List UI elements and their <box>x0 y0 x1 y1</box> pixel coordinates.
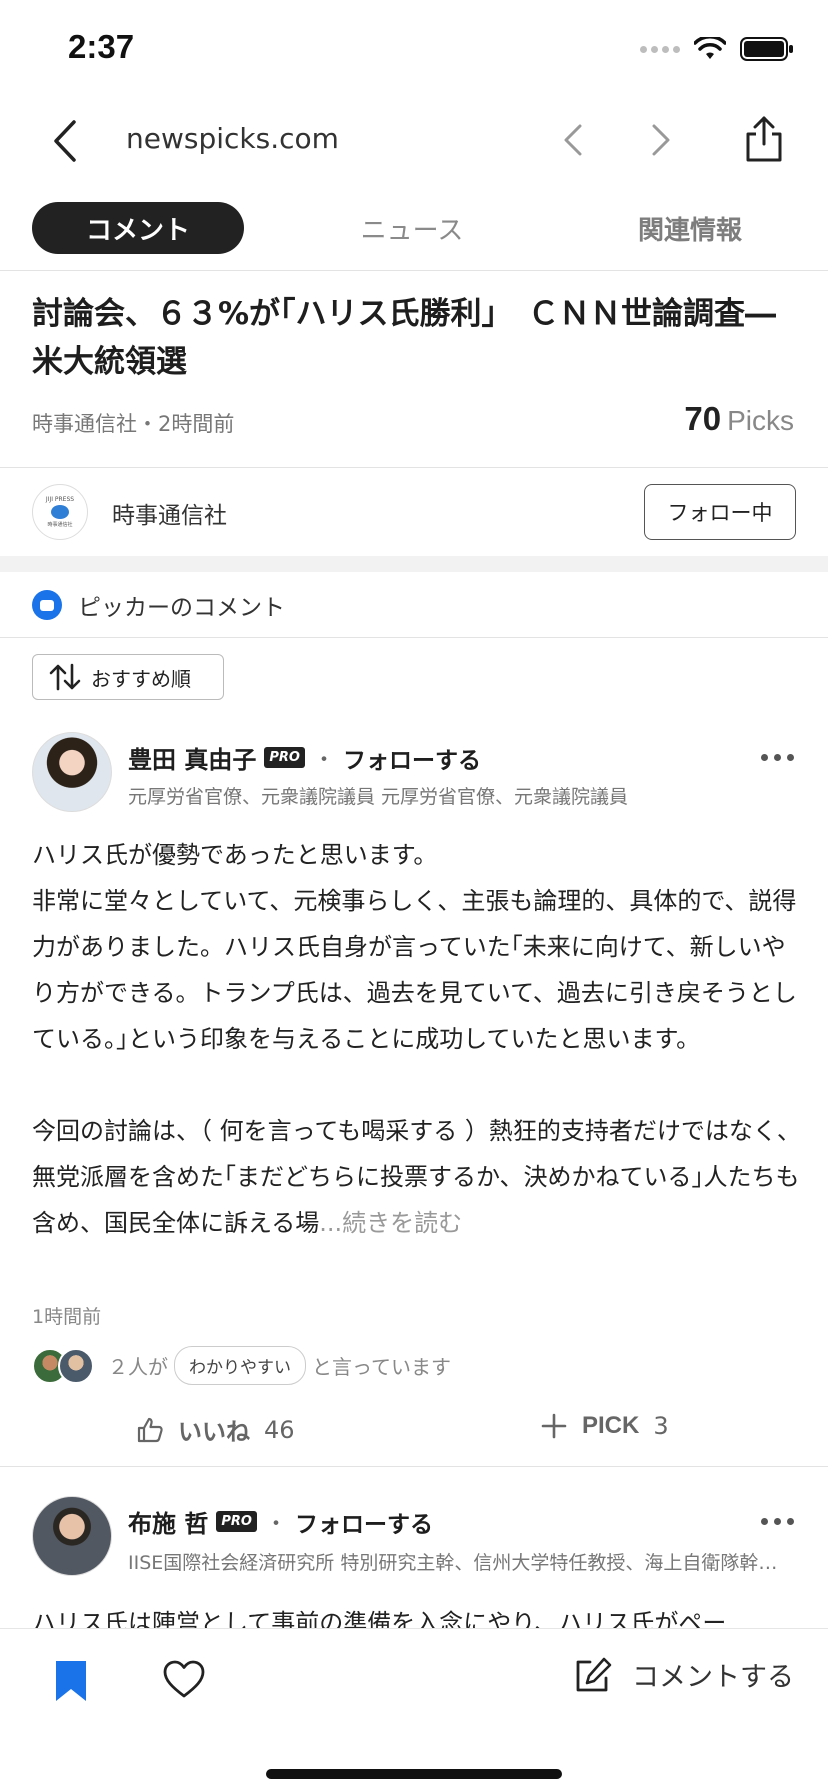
status-icons <box>640 36 794 62</box>
avatar[interactable] <box>32 732 112 812</box>
back-chevron-icon[interactable] <box>46 118 86 164</box>
separator-dot: ・ <box>312 747 335 773</box>
comment-paragraph: ハリス氏が優勢であったと思います。 <box>32 841 438 869</box>
comment-bubble-icon <box>32 590 62 620</box>
commenter-header: 布施 哲 PRO ・ フォローする <box>128 1504 433 1539</box>
heart-icon[interactable] <box>162 1659 206 1699</box>
follow-commenter-button[interactable]: フォローする <box>295 1505 433 1539</box>
tab-news[interactable]: ニュース <box>330 202 494 254</box>
pick-count: 3 <box>653 1412 669 1440</box>
battery-icon <box>740 37 793 61</box>
commenter-role: IISE国際社会経済研究所 特別研究主幹、信州大学特任教授、海上自衛隊幹部学校 <box>128 1552 796 1574</box>
publisher-name[interactable]: 時事通信社 <box>112 496 227 530</box>
publisher-logo-mark <box>51 505 69 519</box>
like-label: いいね <box>178 1418 250 1446</box>
cellular-signal-icon <box>640 45 680 53</box>
comment-body[interactable]: ハリス氏が優勢であったと思います。 非常に堂々としていて、元検事らしく、主張も論… <box>32 832 802 1246</box>
tab-comments[interactable]: コメント <box>32 202 244 254</box>
reaction-summary[interactable]: ２人が わかりやすい と言っています <box>32 1346 451 1385</box>
share-icon[interactable] <box>742 114 786 164</box>
more-options-icon[interactable] <box>761 754 794 761</box>
picker-comments-title: ピッカーのコメント <box>78 595 285 621</box>
page-forward-icon[interactable] <box>646 122 676 158</box>
sort-label: おすすめ順 <box>91 666 191 691</box>
comment-body[interactable]: ハリス氏は陣営として事前の準備を入念にやり、ハリス氏がペー <box>32 1600 802 1630</box>
url-label: newspicks.com <box>126 122 339 155</box>
commenter-name[interactable]: 豊田 真由子 <box>128 740 256 775</box>
like-count: 46 <box>264 1415 295 1444</box>
reactor-avatar <box>58 1347 94 1384</box>
commenter-name[interactable]: 布施 哲 <box>128 1504 208 1539</box>
commenter-role: 元厚労省官僚、元衆議院議員 元厚労省官僚、元衆議院議員 <box>128 786 629 808</box>
write-comment-button[interactable]: コメントする <box>574 1655 794 1694</box>
comment-actions: いいね 46 PICK 3 <box>0 1404 828 1460</box>
sort-button[interactable]: おすすめ順 <box>32 654 224 700</box>
divider <box>0 270 828 271</box>
divider <box>0 467 828 468</box>
home-indicator <box>266 1769 562 1779</box>
publisher-logo-text: JIJI PRESS <box>45 496 75 503</box>
picker-comments-header: ピッカーのコメント <box>32 588 285 622</box>
write-comment-label: コメントする <box>632 1662 794 1693</box>
like-button[interactable]: いいね 46 <box>136 1412 295 1447</box>
more-options-icon[interactable] <box>761 1518 794 1525</box>
content-tabs: コメント ニュース 関連情報 <box>0 202 828 258</box>
reaction-suffix: と言っています <box>312 1355 451 1379</box>
section-separator <box>0 556 828 572</box>
publisher-logo-subtext: 時事通信社 <box>47 522 73 528</box>
comment-paragraph: 非常に堂々としていて、元検事らしく、主張も論理的、具体的で、説得力がありました。… <box>32 887 797 1053</box>
status-bar: 2:37 <box>0 0 828 100</box>
publisher-logo[interactable]: JIJI PRESS 時事通信社 <box>32 484 88 540</box>
pick-label: PICK <box>582 1412 640 1439</box>
compose-icon <box>576 1657 612 1691</box>
avatar[interactable] <box>32 1496 112 1576</box>
divider <box>0 637 828 638</box>
pro-badge: PRO <box>264 747 305 768</box>
comment-timestamp: 1時間前 <box>32 1306 102 1328</box>
bottom-toolbar: コメントする <box>0 1628 828 1792</box>
divider <box>0 1466 828 1467</box>
bookmark-icon[interactable] <box>54 1659 88 1703</box>
sort-arrows-icon <box>49 663 81 691</box>
follow-commenter-button[interactable]: フォローする <box>343 741 481 775</box>
wifi-icon <box>694 37 726 59</box>
picks-number: 70 <box>684 400 722 437</box>
article-meta: 時事通信社・2時間前 <box>32 412 235 436</box>
thumbs-up-icon <box>137 1417 163 1442</box>
following-button[interactable]: フォロー中 <box>644 484 796 540</box>
tab-related[interactable]: 関連情報 <box>600 202 780 254</box>
page-back-icon[interactable] <box>558 122 588 158</box>
status-time: 2:37 <box>68 28 135 65</box>
reaction-prefix: ２人が <box>108 1355 168 1379</box>
reaction-text: ２人が わかりやすい と言っています <box>108 1346 451 1385</box>
picks-label: Picks <box>727 405 794 436</box>
separator-dot: ・ <box>264 1511 287 1537</box>
picks-count[interactable]: 70 Picks <box>684 400 794 438</box>
comment-paragraph: 今回の討論は、（ 何を言っても喝采する ）熱狂的支持者だけではなく、無党派層を含… <box>32 1108 802 1246</box>
article-title[interactable]: 討論会、６３%が｢ハリス氏勝利｣ ＣＮＮ世論調査―米大統領選 <box>32 290 802 386</box>
pro-badge: PRO <box>216 1511 257 1532</box>
plus-icon <box>541 1413 567 1439</box>
commenter-header: 豊田 真由子 PRO ・ フォローする <box>128 740 481 775</box>
read-more-link[interactable]: ...続きを読む <box>319 1209 462 1237</box>
pick-button[interactable]: PICK 3 <box>540 1412 669 1440</box>
reaction-tag: わかりやすい <box>174 1346 306 1385</box>
browser-nav-bar: newspicks.com <box>0 100 828 180</box>
